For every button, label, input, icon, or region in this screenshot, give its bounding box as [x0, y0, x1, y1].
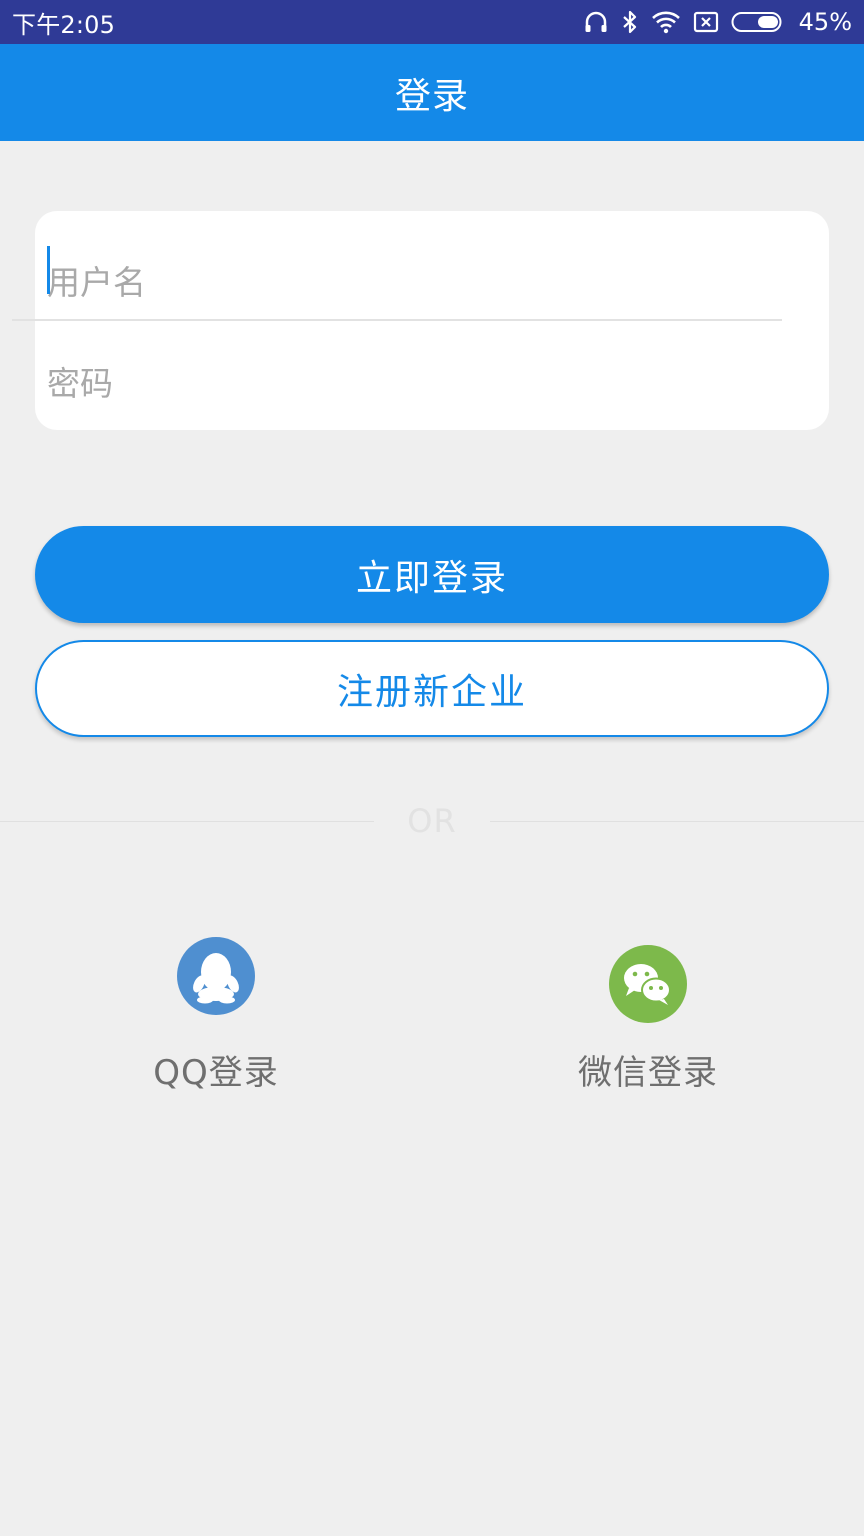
separator-line-right	[490, 821, 864, 822]
username-input[interactable]	[47, 237, 817, 327]
wechat-icon[interactable]	[609, 945, 687, 1023]
app-bar: 登录	[0, 44, 864, 141]
field-divider	[12, 319, 782, 321]
wechat-login-button[interactable]: 微信登录	[498, 930, 798, 1094]
login-screen: 下午2:05 45% 登录 用户名 立即登录 注册新企业 OR QQ登录 微信登…	[0, 0, 864, 1536]
status-time: 下午2:05	[12, 10, 116, 39]
register-company-button[interactable]: 注册新企业	[35, 640, 829, 737]
headphones-icon	[583, 9, 609, 35]
wifi-icon	[651, 10, 681, 34]
status-bar: 下午2:05 45%	[0, 0, 864, 44]
no-sim-icon	[693, 10, 719, 34]
password-field-container	[47, 338, 817, 428]
qq-login-label: QQ登录	[153, 1053, 279, 1093]
password-input[interactable]	[47, 338, 817, 428]
text-cursor	[47, 246, 50, 294]
separator-line-left	[0, 821, 374, 822]
battery-percent: 45%	[798, 8, 852, 36]
username-field-container	[47, 237, 817, 327]
login-button[interactable]: 立即登录	[35, 526, 829, 623]
wechat-login-label: 微信登录	[578, 1053, 718, 1093]
page-title: 登录	[394, 75, 469, 117]
bluetooth-icon	[621, 9, 639, 35]
qq-icon[interactable]	[177, 937, 255, 1015]
or-separator-text: OR	[407, 802, 457, 840]
qq-login-button[interactable]: QQ登录	[66, 930, 366, 1094]
status-icons: 45%	[583, 8, 852, 36]
battery-icon	[731, 10, 785, 34]
